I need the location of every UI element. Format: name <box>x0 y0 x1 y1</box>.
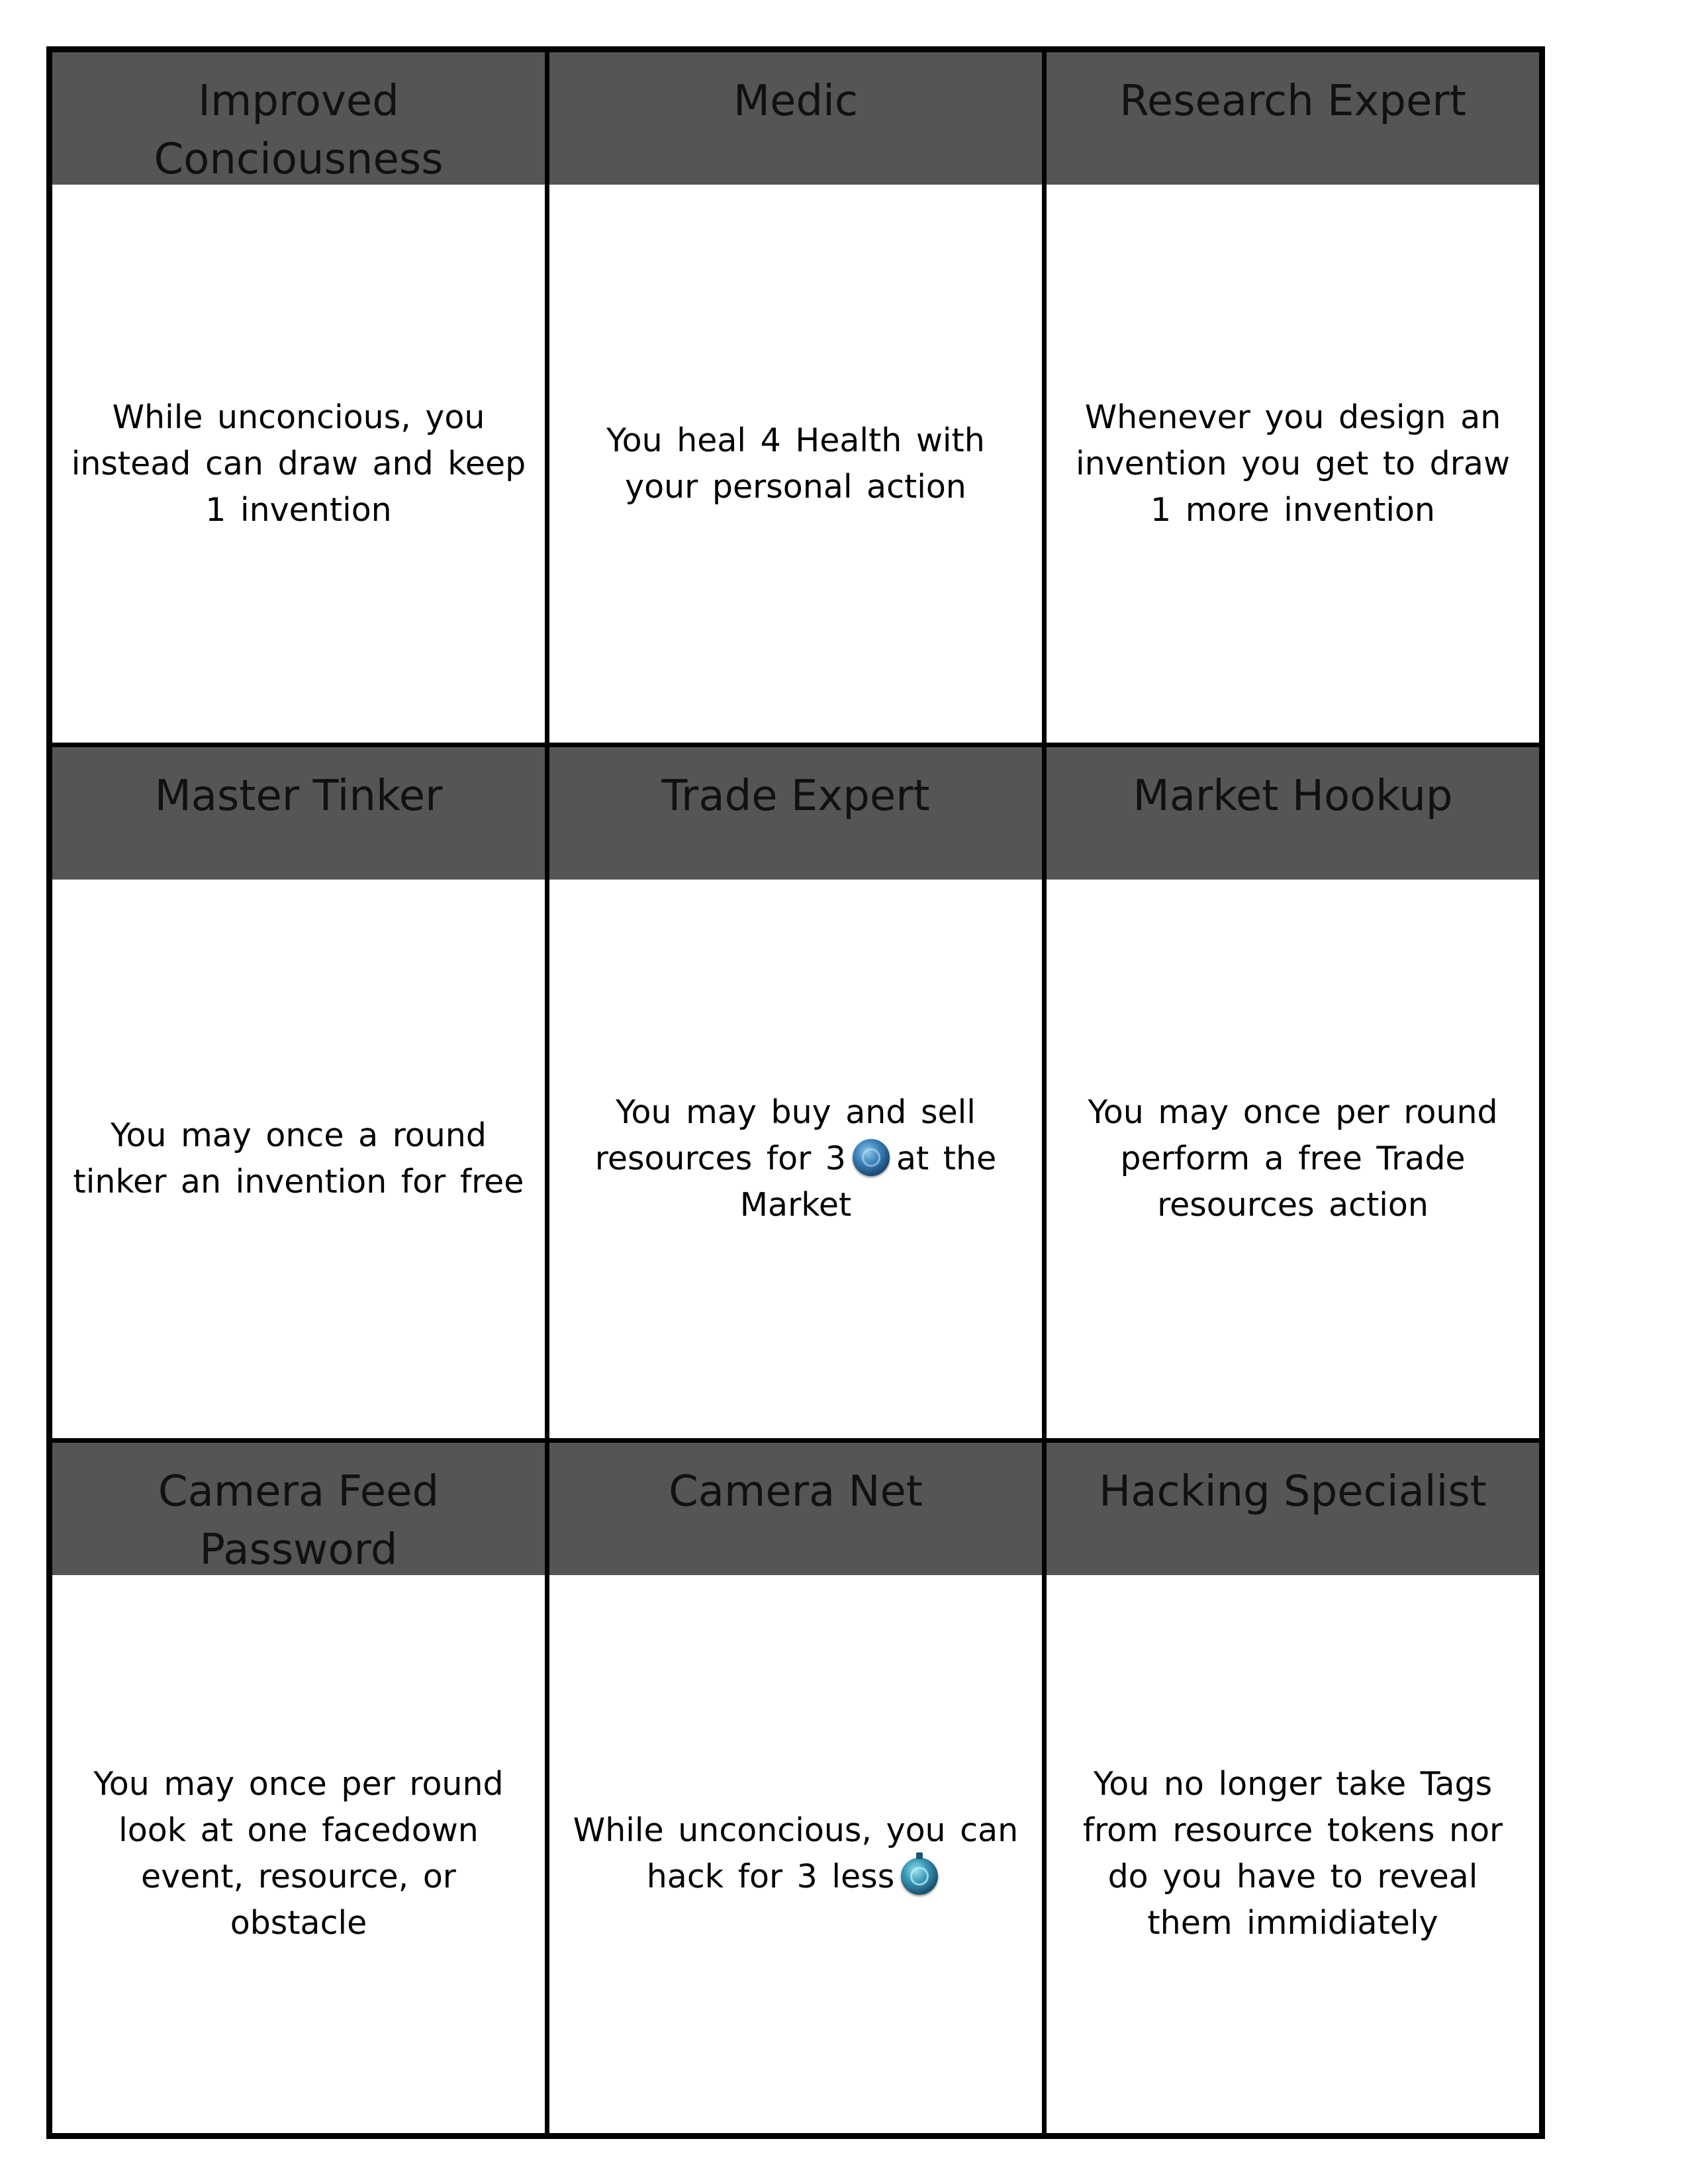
card-text: You may buy and sell resources for 3 at t… <box>584 1089 1008 1228</box>
card-camera-feed-password: Camera Feed Password You may once per ro… <box>52 1442 545 2133</box>
card-body: You no longer take Tags from resource to… <box>1047 1575 1539 2133</box>
card-text-part: While unconcious, you can hack for 3 les… <box>573 1811 1019 1896</box>
timer-icon <box>901 1852 939 1895</box>
card-hacking-specialist: Hacking Specialist You no longer take Ta… <box>1047 1442 1539 2133</box>
card-title: Master Tinker <box>154 772 443 821</box>
card-camera-net: Camera Net While unconcious, you can hac… <box>549 1442 1042 2133</box>
card-medic: Medic You heal 4 Health with your person… <box>549 52 1042 743</box>
card-trade-expert: Trade Expert You may buy and sell resour… <box>549 747 1042 1438</box>
coin-icon <box>852 1139 890 1177</box>
card-title: Trade Expert <box>661 772 930 821</box>
card-body: You may once a round tinker an invention… <box>52 880 545 1437</box>
card-header: Camera Net <box>549 1442 1042 1575</box>
card-body: While unconcious, you can hack for 3 les… <box>549 1575 1042 2133</box>
card-title: Improved Conciousness <box>154 77 444 184</box>
card-text: While unconcious, you instead can draw a… <box>71 398 526 529</box>
card-body: While unconcious, you instead can draw a… <box>52 185 545 743</box>
card-title: Medic <box>733 77 859 126</box>
card-text: Whenever you design an invention you get… <box>1075 398 1511 529</box>
card-header: Improved Conciousness <box>52 52 545 185</box>
card-body: You may buy and sell resources for 3 at t… <box>549 880 1042 1437</box>
card-research-expert: Research Expert Whenever you design an i… <box>1047 52 1539 743</box>
card-text: You heal 4 Health with your personal act… <box>606 421 985 506</box>
card-text: While unconcious, you can hack for 3 les… <box>571 1807 1021 1900</box>
card-improved-conciousness: Improved Conciousness While unconcious, … <box>52 52 545 743</box>
card-body: You heal 4 Health with your personal act… <box>549 185 1042 743</box>
card-header: Research Expert <box>1047 52 1539 185</box>
card-title: Market Hookup <box>1133 772 1453 821</box>
card-text: You no longer take Tags from resource to… <box>1082 1765 1503 1942</box>
card-market-hookup: Market Hookup You may once per round per… <box>1047 747 1539 1438</box>
card-sheet: Improved Conciousness While unconcious, … <box>46 46 1545 2139</box>
card-body: You may once per round perform a free Tr… <box>1047 880 1539 1437</box>
card-title: Hacking Specialist <box>1099 1467 1487 1516</box>
card-header: Hacking Specialist <box>1047 1442 1539 1575</box>
card-header: Trade Expert <box>549 747 1042 880</box>
card-text: You may once per round look at one faced… <box>93 1765 504 1942</box>
card-title: Camera Net <box>669 1467 923 1516</box>
card-header: Camera Feed Password <box>52 1442 545 1575</box>
card-body: You may once per round look at one faced… <box>52 1575 545 2133</box>
card-header: Market Hookup <box>1047 747 1539 880</box>
card-text: You may once a round tinker an invention… <box>73 1116 524 1201</box>
card-text: You may once per round perform a free Tr… <box>1088 1093 1498 1224</box>
card-title: Research Expert <box>1119 77 1466 126</box>
card-title: Camera Feed Password <box>158 1467 440 1574</box>
card-header: Medic <box>549 52 1042 185</box>
card-master-tinker: Master Tinker You may once a round tinke… <box>52 747 545 1438</box>
card-body: Whenever you design an invention you get… <box>1047 185 1539 743</box>
card-header: Master Tinker <box>52 747 545 880</box>
